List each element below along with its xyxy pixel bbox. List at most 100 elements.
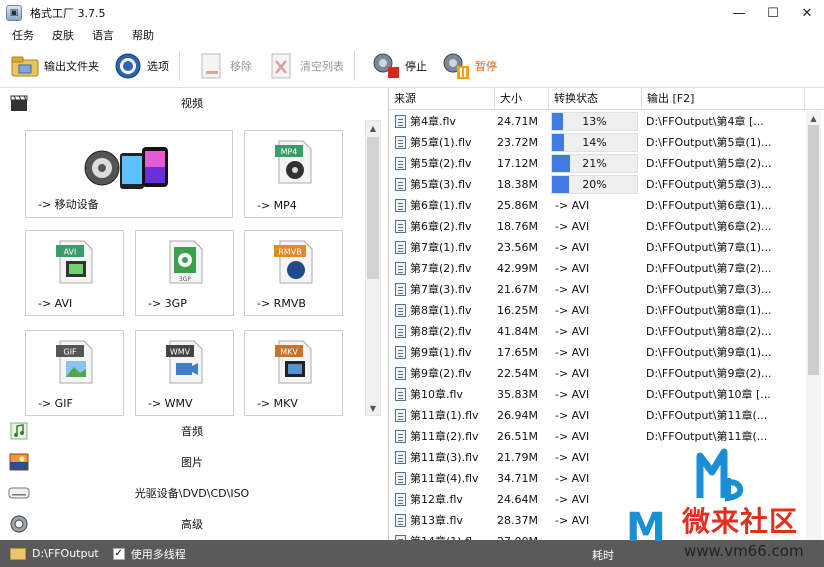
source-name: 第4章.flv [410, 115, 456, 128]
table-row[interactable]: 第7章(2).flv 42.99M -> AVI D:\FFOutput\第7章(2)… [389, 258, 805, 279]
table-row[interactable]: 第4章.flv 24.71M 13% D:\FFOutput\第4章 [... [389, 111, 805, 132]
table-row[interactable]: 第9章(1).flv 17.65M -> AVI D:\FFOutput\第9章(1)… [389, 342, 805, 363]
tile-avi[interactable]: AVI -> AVI [25, 230, 124, 316]
status-cell: 13% [549, 111, 642, 132]
scroll-up-icon[interactable]: ▲ [366, 121, 380, 135]
table-row[interactable]: 第7章(3).flv 21.67M -> AVI D:\FFOutput\第7章(3)… [389, 279, 805, 300]
scroll-thumb[interactable] [367, 137, 379, 279]
menu-help[interactable]: 帮助 [132, 27, 154, 43]
source-cell: 第5章(2).flv [389, 153, 495, 174]
table-row[interactable]: 第10章.flv 35.83M -> AVI D:\FFOutput\第10章 [..… [389, 384, 805, 405]
multithread-checkbox[interactable]: ✓ [112, 547, 125, 560]
tile-mkv[interactable]: MKV -> MKV [244, 330, 343, 416]
size-cell: 22.54M [497, 367, 538, 380]
tile-mp4-label: -> MP4 [257, 199, 297, 212]
table-row[interactable]: 第8章(2).flv 41.84M -> AVI D:\FFOutput\第8章(2)… [389, 321, 805, 342]
category-picture[interactable]: 图片 [0, 447, 384, 477]
header-output[interactable]: 输出 [F2] [642, 88, 805, 110]
size-cell: 42.99M [497, 262, 538, 275]
source-name: 第10章.flv [410, 388, 463, 401]
tile-avi-label: -> AVI [38, 297, 73, 310]
table-row[interactable]: 第6章(1).flv 25.86M -> AVI D:\FFOutput\第6章(1)… [389, 195, 805, 216]
output-path[interactable]: D:\FFOutput [32, 547, 99, 560]
menu-language[interactable]: 语言 [92, 27, 114, 43]
header-source[interactable]: 来源 [389, 88, 495, 110]
table-row[interactable]: 第5章(2).flv 17.12M 21% D:\FFOutput\第5章(2)... [389, 153, 805, 174]
minimize-button[interactable]: — [722, 0, 756, 26]
disc-drive-icon [8, 483, 30, 503]
scroll-thumb[interactable] [808, 125, 819, 375]
source-cell: 第6章(2).flv [389, 216, 495, 237]
table-row[interactable]: 第5章(3).flv 18.38M 20% D:\FFOutput\第5章(3)... [389, 174, 805, 195]
size-cell: 17.12M [497, 157, 538, 170]
format-grid-scrollbar[interactable]: ▲ ▼ [365, 120, 381, 416]
video-file-icon [395, 493, 406, 506]
output-cell: D:\FFOutput\第4章 [... [646, 115, 764, 128]
maximize-button[interactable]: ☐ [756, 0, 790, 26]
menu-skin[interactable]: 皮肤 [52, 27, 74, 43]
table-row[interactable]: 第9章(2).flv 22.54M -> AVI D:\FFOutput\第9章(2)… [389, 363, 805, 384]
table-row[interactable]: 第6章(2).flv 18.76M -> AVI D:\FFOutput\第6章(2)… [389, 216, 805, 237]
category-advanced-label: 高级 [181, 518, 203, 531]
menu-task[interactable]: 任务 [12, 27, 34, 43]
video-file-icon [395, 178, 406, 191]
table-row[interactable]: 第7章(1).flv 23.56M -> AVI D:\FFOutput\第7章(1)… [389, 237, 805, 258]
size-cell: 35.83M [497, 388, 538, 401]
pause-button[interactable]: 暂停 [437, 48, 501, 84]
toolbar: 输出文件夹 选项 移除 清空列表 停止 暂停 [0, 44, 824, 88]
folder-icon[interactable] [10, 547, 26, 560]
category-video[interactable]: 视频 [0, 88, 384, 118]
video-file-icon [395, 514, 406, 527]
tile-mp4[interactable]: MP4 -> MP4 [244, 130, 343, 218]
size-cell: 18.76M [497, 220, 538, 233]
table-row[interactable]: 第11章(2).flv 26.51M -> AVI D:\FFOutput\第11章(… [389, 426, 805, 447]
tile-wmv[interactable]: WMV -> WMV [135, 330, 234, 416]
close-button[interactable]: ✕ [790, 0, 824, 26]
pause-icon [441, 51, 471, 81]
table-row[interactable]: 第11章(1).flv 26.94M -> AVI D:\FFOutput\第11章(… [389, 405, 805, 426]
header-size[interactable]: 大小 [495, 88, 549, 110]
remove-button[interactable]: 移除 [192, 48, 256, 84]
video-file-icon [395, 220, 406, 233]
table-row[interactable]: 第5章(1).flv 23.72M 14% D:\FFOutput\第5章(1)... [389, 132, 805, 153]
status-cell: -> AVI [555, 367, 590, 380]
header-status[interactable]: 转换状态 [549, 88, 642, 110]
progress-bar: 21% [551, 154, 638, 173]
category-video-label: 视频 [181, 97, 203, 110]
status-cell: -> AVI [555, 304, 590, 317]
category-advanced[interactable]: 高级 [0, 509, 384, 539]
source-name: 第7章(3).flv [410, 283, 472, 296]
options-button[interactable]: 选项 [109, 48, 173, 84]
remove-doc-icon [196, 51, 226, 81]
source-cell: 第4章.flv [389, 111, 495, 132]
output-folder-button[interactable]: 输出文件夹 [6, 48, 103, 84]
video-file-icon [395, 325, 406, 338]
size-cell: 23.56M [497, 241, 538, 254]
table-row[interactable]: 第8章(1).flv 16.25M -> AVI D:\FFOutput\第8章(1)… [389, 300, 805, 321]
source-cell: 第7章(3).flv [389, 279, 495, 300]
video-file-icon [395, 367, 406, 380]
category-disc[interactable]: 光驱设备\DVD\CD\ISO [0, 478, 384, 508]
size-cell: 41.84M [497, 325, 538, 338]
tile-3gp[interactable]: 3GP -> 3GP [135, 230, 234, 316]
tile-mobile-device[interactable]: -> 移动设备 [25, 130, 233, 218]
watermark: M 微来社区 www.vm66.com [620, 448, 820, 564]
stop-button[interactable]: 停止 [367, 48, 431, 84]
pause-label: 暂停 [475, 59, 497, 73]
output-cell: D:\FFOutput\第6章(2)... [646, 220, 772, 233]
clear-list-button[interactable]: 清空列表 [262, 48, 348, 84]
tile-gif[interactable]: GIF -> GIF [25, 330, 124, 416]
scroll-down-icon[interactable]: ▼ [366, 401, 380, 415]
gif-badge-text: GIF [63, 348, 77, 357]
scroll-up-icon[interactable]: ▲ [806, 111, 821, 125]
tile-mkv-label: -> MKV [257, 397, 298, 410]
toolbar-separator [354, 50, 355, 81]
size-cell: 24.71M [497, 115, 538, 128]
category-audio[interactable]: 音频 [0, 416, 384, 446]
gear-icon [113, 51, 143, 81]
tile-rmvb[interactable]: RMVB -> RMVB [244, 230, 343, 316]
source-cell: 第9章(2).flv [389, 363, 495, 384]
category-picture-label: 图片 [181, 456, 203, 469]
size-cell: 16.25M [497, 304, 538, 317]
mkv-file-icon: MKV [273, 339, 315, 388]
